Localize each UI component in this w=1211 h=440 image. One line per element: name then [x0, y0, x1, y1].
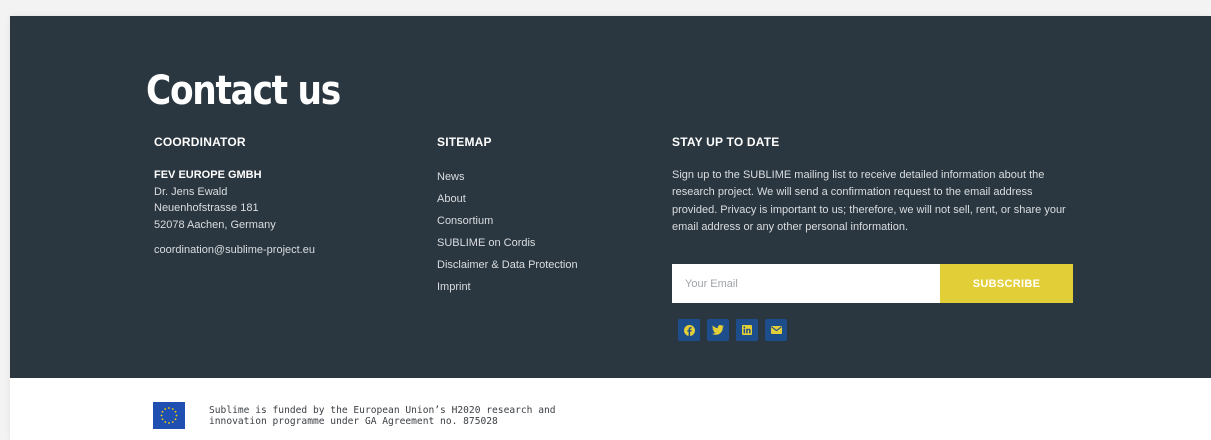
newsletter-description: Sign up to the SUBLIME mailing list to r…	[672, 169, 1066, 233]
envelope-icon	[770, 326, 782, 334]
sitemap-heading: SITEMAP	[437, 135, 492, 149]
coordinator-email-link[interactable]: coordination@sublime-project.eu	[154, 242, 315, 259]
sitemap-item: News	[437, 167, 578, 189]
coordinator-street: Neuenhofstrasse 181	[154, 202, 259, 214]
sitemap-link-imprint[interactable]: Imprint	[437, 281, 471, 293]
sitemap-item: Imprint	[437, 277, 578, 299]
funding-line-2: innovation programme under GA Agreement …	[209, 415, 498, 427]
funding-text: Sublime is funded by the European Union’…	[209, 405, 556, 427]
eu-stars-icon	[153, 402, 185, 429]
sitemap-item: SUBLIME on Cordis	[437, 233, 578, 255]
sitemap-item: Consortium	[437, 211, 578, 233]
newsletter-heading: STAY UP TO DATE	[672, 135, 780, 149]
email-link[interactable]	[765, 319, 787, 341]
sitemap-link-news[interactable]: News	[437, 171, 465, 183]
linkedin-link[interactable]	[736, 319, 758, 341]
sitemap-item: Disclaimer & Data Protection	[437, 255, 578, 277]
coordinator-address: FEV EUROPE GMBH Dr. Jens Ewald Neuenhofs…	[154, 167, 315, 259]
coordinator-name: Dr. Jens Ewald	[154, 185, 228, 198]
facebook-icon	[683, 324, 695, 336]
sitemap-link-disclaimer[interactable]: Disclaimer & Data Protection	[437, 259, 578, 271]
contact-title: Contact us	[146, 68, 341, 114]
coordinator-city: 52078 Aachen, Germany	[154, 218, 276, 231]
social-links	[678, 319, 787, 341]
facebook-link[interactable]	[678, 319, 700, 341]
linkedin-icon	[742, 325, 752, 335]
eu-flag-logo	[153, 402, 185, 429]
twitter-icon	[712, 325, 724, 335]
contact-footer: Contact us COORDINATOR SITEMAP STAY UP T…	[10, 16, 1211, 378]
sitemap-item: About	[437, 189, 578, 211]
coordinator-company: FEV EUROPE GMBH	[154, 169, 262, 181]
twitter-link[interactable]	[707, 319, 729, 341]
subscribe-button[interactable]: SUBSCRIBE	[940, 264, 1073, 303]
funding-notice: Sublime is funded by the European Union’…	[153, 402, 556, 429]
funding-line-1: Sublime is funded by the European Union’…	[209, 404, 556, 416]
email-input[interactable]	[672, 264, 940, 303]
coordinator-heading: COORDINATOR	[154, 135, 246, 149]
sitemap-list: News About Consortium SUBLIME on Cordis …	[437, 167, 578, 299]
sitemap-link-consortium[interactable]: Consortium	[437, 215, 493, 227]
sitemap-link-cordis[interactable]: SUBLIME on Cordis	[437, 237, 535, 249]
page-frame: Contact us COORDINATOR SITEMAP STAY UP T…	[10, 16, 1211, 440]
sitemap-link-about[interactable]: About	[437, 193, 466, 205]
subscribe-form: SUBSCRIBE	[672, 264, 1073, 303]
